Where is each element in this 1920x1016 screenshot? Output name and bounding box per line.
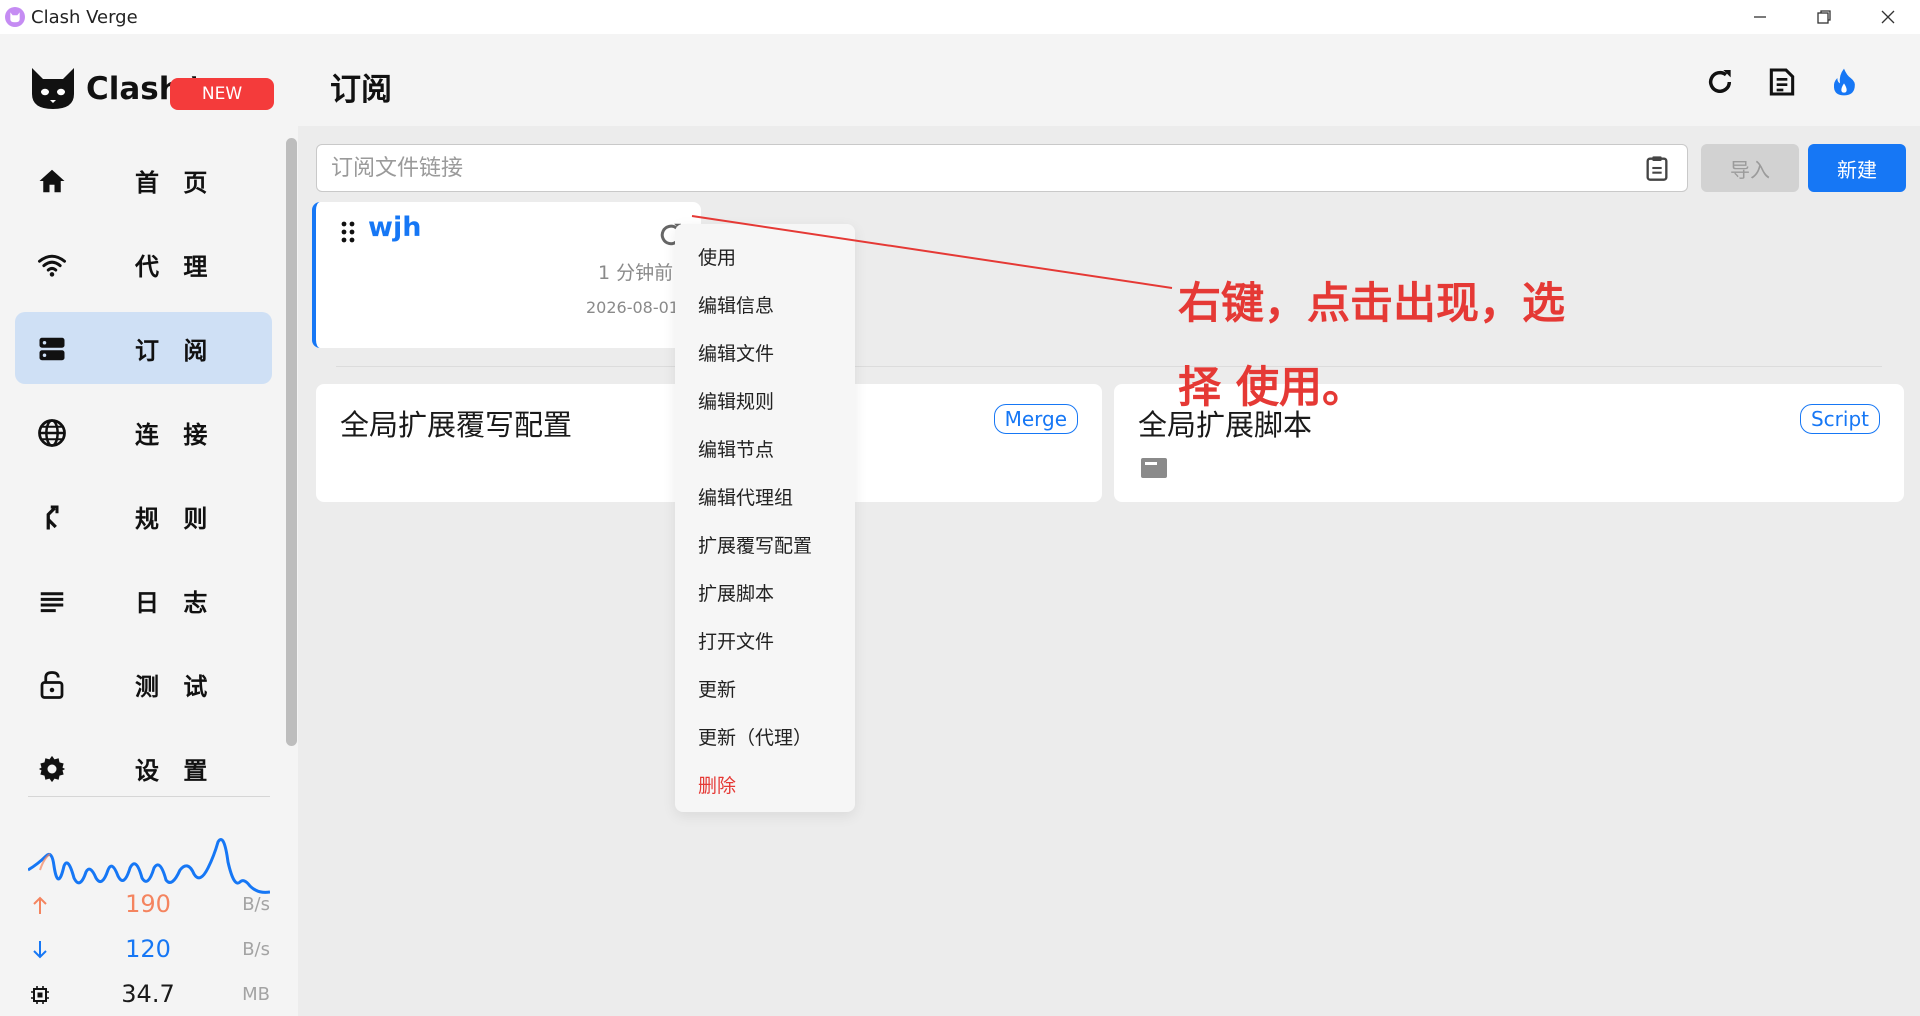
download-value: 120 [125, 935, 171, 963]
menu-item-extend-script[interactable]: 扩展脚本 [675, 568, 855, 616]
menu-item-edit-rules[interactable]: 编辑规则 [675, 376, 855, 424]
download-speed: 120 B/s [28, 933, 270, 967]
sidebar-item-label: 代 理 [135, 252, 216, 281]
restore-button[interactable] [1792, 0, 1856, 34]
memory-chip-icon [31, 986, 49, 1004]
new-profile-button[interactable]: 新建 [1808, 144, 1906, 192]
menu-item-update[interactable]: 更新 [675, 664, 855, 712]
sidebar-item-label: 测 试 [135, 672, 216, 701]
sidebar-item-label: 首 页 [135, 168, 216, 197]
memory-unit: MB [242, 984, 270, 1005]
annotation-line-2: 择 使用。 [1178, 363, 1365, 413]
window-title: Clash Verge [31, 6, 138, 28]
unlock-icon [37, 670, 67, 700]
sidebar-item-proxy[interactable]: 代 理 [15, 228, 272, 300]
cat-logo-icon [28, 62, 78, 116]
download-unit: B/s [242, 939, 270, 960]
document-icon [1769, 68, 1795, 96]
fire-icon [1833, 68, 1855, 96]
menu-item-use[interactable]: 使用 [675, 232, 855, 280]
annotation-line-1: 右键，点击出现，选 [1178, 279, 1565, 329]
sidebar-item-label: 规 则 [135, 504, 216, 533]
sidebar-item-label: 日 志 [135, 588, 216, 617]
sidebar-item-subscriptions[interactable]: 订 阅 [15, 312, 272, 384]
home-icon [37, 166, 67, 196]
file-icon [1141, 458, 1167, 478]
menu-item-edit-file[interactable]: 编辑文件 [675, 328, 855, 376]
sidebar-nav: 首 页 代 理 订 阅 连 接 规 则 日 志 测 试 设 置 [15, 144, 272, 816]
log-file-button[interactable] [1766, 66, 1798, 98]
page-header: 订阅 [298, 34, 1920, 126]
script-badge: Script [1799, 404, 1880, 434]
fork-icon [37, 502, 67, 532]
menu-item-edit-proxy-groups[interactable]: 编辑代理组 [675, 472, 855, 520]
clipboard-icon[interactable] [1643, 154, 1671, 182]
merge-badge: Merge [993, 404, 1078, 434]
upload-speed: 190 B/s [28, 888, 270, 922]
gear-icon [37, 754, 67, 784]
arrow-down-icon [33, 941, 47, 959]
sidebar-item-rules[interactable]: 规 则 [15, 480, 272, 552]
sidebar-scrollbar[interactable] [286, 136, 297, 776]
sidebar-item-logs[interactable]: 日 志 [15, 564, 272, 636]
section-divider [336, 366, 1882, 367]
arrow-up-icon [33, 896, 47, 914]
window-titlebar: Clash Verge [0, 0, 1920, 34]
sidebar-item-settings[interactable]: 设 置 [15, 732, 272, 804]
new-badge: NEW [170, 78, 274, 110]
sidebar-item-label: 订 阅 [135, 336, 216, 365]
main-content: 订阅 导入 新建 wjh 1 分钟前 2026-08-01 全局扩展覆写配置 M… [298, 34, 1920, 1016]
menu-item-open-file[interactable]: 打开文件 [675, 616, 855, 664]
globe-icon [37, 418, 67, 448]
profile-date: 2026-08-01 [586, 298, 679, 317]
minimize-button[interactable] [1728, 0, 1792, 34]
lines-icon [37, 586, 67, 616]
profile-context-menu: 使用 编辑信息 编辑文件 编辑规则 编辑节点 编辑代理组 扩展覆写配置 扩展脚本… [675, 224, 855, 812]
sidebar-item-home[interactable]: 首 页 [15, 144, 272, 216]
memory-value: 34.7 [121, 980, 175, 1008]
traffic-divider [28, 796, 270, 797]
upload-value: 190 [125, 890, 171, 918]
memory-usage: 34.7 MB [28, 978, 270, 1012]
fire-button[interactable] [1828, 66, 1860, 98]
sidebar-item-label: 连 接 [135, 420, 216, 449]
close-icon [1881, 10, 1895, 24]
sidebar: Clash Verge NEW 首 页 代 理 订 阅 连 接 规 则 日 志 [0, 34, 298, 1016]
menu-item-delete[interactable]: 删除 [675, 760, 855, 808]
annotation-text: 右键，点击出现，选 择 使用。 [1178, 262, 1638, 430]
upload-unit: B/s [242, 894, 270, 915]
import-button[interactable]: 导入 [1701, 144, 1799, 192]
scrollbar-thumb[interactable] [286, 138, 297, 746]
subscription-url-input[interactable] [316, 144, 1688, 192]
minimize-icon [1754, 16, 1766, 18]
wifi-icon [37, 250, 67, 280]
close-button[interactable] [1856, 0, 1920, 34]
profile-card[interactable]: wjh 1 分钟前 2026-08-01 [312, 202, 701, 348]
refresh-button[interactable] [1704, 66, 1736, 98]
profile-name: wjh [368, 212, 422, 243]
sidebar-item-connections[interactable]: 连 接 [15, 396, 272, 468]
app-cat-icon [5, 7, 25, 27]
page-title: 订阅 [330, 72, 392, 108]
merge-card-title: 全局扩展覆写配置 [340, 408, 573, 442]
sidebar-item-label: 设 置 [135, 756, 216, 785]
menu-item-edit-info[interactable]: 编辑信息 [675, 280, 855, 328]
profile-updated-time: 1 分钟前 [598, 262, 674, 284]
restore-icon [1817, 10, 1831, 24]
menu-item-extend-merge[interactable]: 扩展覆写配置 [675, 520, 855, 568]
storage-icon [37, 334, 67, 364]
menu-item-update-via-proxy[interactable]: 更新（代理） [675, 712, 855, 760]
sidebar-item-test[interactable]: 测 试 [15, 648, 272, 720]
refresh-icon [1708, 70, 1732, 93]
drag-handle-icon[interactable] [340, 220, 356, 244]
menu-item-edit-nodes[interactable]: 编辑节点 [675, 424, 855, 472]
